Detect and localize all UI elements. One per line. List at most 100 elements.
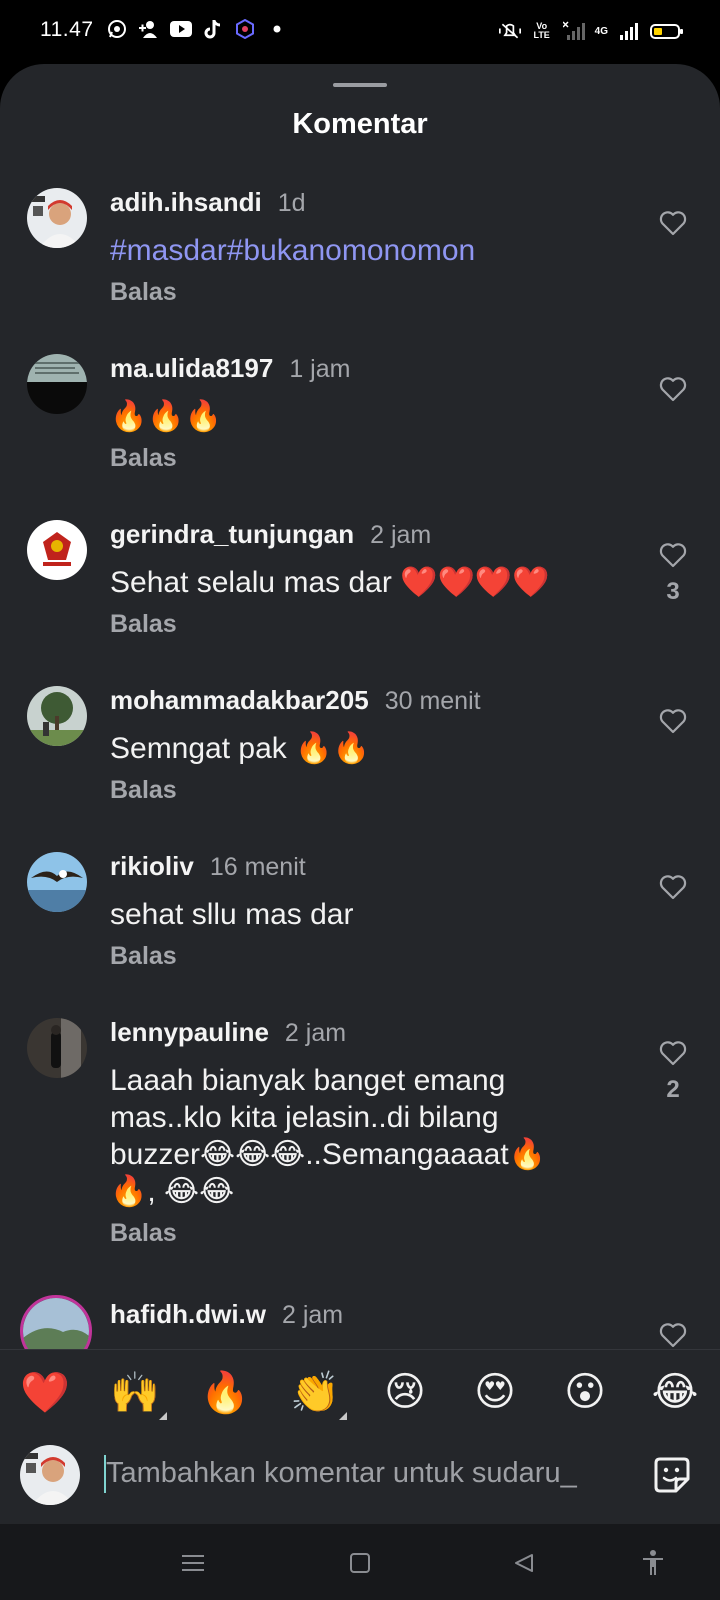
like-button[interactable] [659, 1321, 687, 1349]
comment-input[interactable] [106, 1451, 626, 1495]
accessibility-icon [643, 1550, 663, 1575]
comment-hashtag[interactable]: #masdar#bukanomonomon [110, 232, 590, 269]
emoji-crying-button[interactable]: 😢 [377, 1369, 433, 1415]
comment-text: sehat sllu mas dar [110, 898, 354, 931]
comment-time: 1d [277, 189, 306, 217]
comment-username[interactable]: mohammadakbar205 [110, 685, 369, 716]
comment-text: Sehat selalu mas dar ❤️❤️❤️❤️ [110, 566, 550, 599]
like-button[interactable] [659, 1039, 687, 1067]
system-icons: Vo LTE 4G [498, 20, 683, 42]
status-time: 11.47 [40, 18, 94, 41]
comment-time: 30 menit [384, 687, 481, 715]
emoji-clap-button[interactable]: 👏 [287, 1369, 347, 1420]
my-avatar [20, 1445, 80, 1505]
emoji-heart-button[interactable]: ❤️ [17, 1369, 73, 1416]
home-icon [350, 1553, 370, 1573]
comment-time: 2 jam [370, 521, 432, 549]
comment-item: adih.ihsandi 1d #masdar#bukanomonomon Ba… [0, 181, 720, 347]
4g-signal-icon [618, 20, 640, 42]
heart-icon [659, 211, 687, 236]
comment-text: Laaah bianyak banget emang mas..klo kita… [110, 1064, 547, 1208]
tiktok-icon [202, 18, 224, 40]
sheet-drag-handle[interactable] [333, 83, 387, 87]
like-button[interactable] [659, 873, 687, 901]
comment-item: lennypauline 2 jam Laaah bianyak banget … [0, 1011, 720, 1293]
accessibility-button[interactable] [636, 1546, 670, 1580]
comment-text: Semngat pak 🔥🔥 [110, 732, 370, 765]
notification-icons [106, 18, 288, 40]
heart-icon [659, 377, 687, 402]
recents-button[interactable] [176, 1546, 210, 1580]
like-button[interactable] [659, 375, 687, 403]
comment-time: 2 jam [284, 1019, 347, 1047]
reply-button[interactable]: Balas [110, 278, 177, 307]
back-icon [515, 1554, 533, 1572]
avatar[interactable] [27, 520, 87, 580]
comment-username[interactable]: rikioliv [110, 851, 194, 882]
mute-vibrate-icon [498, 20, 521, 42]
heart-icon [659, 1323, 687, 1348]
comment-item: gerindra_tunjungan 2 jam Sehat selalu ma… [0, 513, 720, 679]
status-bar: 11.47 Vo LTE 4G [0, 0, 720, 64]
variant-indicator-icon [339, 1411, 347, 1420]
menu-icon [182, 1555, 204, 1571]
heart-icon [659, 1041, 687, 1066]
signal-x-icon [562, 20, 585, 42]
heart-icon [659, 709, 687, 734]
like-button[interactable] [659, 209, 687, 237]
comment-composer [0, 1433, 720, 1524]
like-count: 2 [666, 1076, 680, 1103]
avatar[interactable] [27, 852, 87, 912]
volte-icon: Vo LTE [533, 21, 550, 40]
whatsapp-icon [106, 18, 128, 40]
emoji-laughing-button[interactable]: 😂 [647, 1369, 703, 1415]
reply-button[interactable]: Balas [110, 1219, 177, 1248]
comment-time: 2 jam [282, 1301, 344, 1329]
emoji-fire-button[interactable]: 🔥 [197, 1369, 253, 1416]
comment-list[interactable]: adih.ihsandi 1d #masdar#bukanomonomon Ba… [0, 181, 720, 1413]
network-type: 4G [594, 25, 608, 37]
emoji-heart-eyes-button[interactable]: 😍 [467, 1369, 523, 1415]
comment-username[interactable]: hafidh.dwi.w [110, 1299, 266, 1330]
like-count: 3 [666, 578, 680, 605]
sticker-button[interactable] [650, 1453, 694, 1497]
comment-username[interactable]: lennypauline [110, 1017, 269, 1048]
heart-icon [659, 543, 687, 568]
comment-time: 16 menit [209, 853, 306, 881]
emoji-raising-hands-button[interactable]: 🙌 [107, 1369, 167, 1420]
comment-username[interactable]: gerindra_tunjungan [110, 519, 354, 550]
comment-time: 1 jam [289, 355, 351, 383]
emoji-reaction-bar: ❤️ 🙌 🔥 👏 😢 😍 😮 😂 [0, 1349, 720, 1434]
comment-username[interactable]: ma.ulida8197 [110, 353, 273, 384]
comments-sheet: Komentar adih.ihsandi 1d #masdar#bukanom… [0, 64, 720, 1524]
battery-icon [650, 23, 683, 39]
youtube-icon [170, 18, 192, 40]
sheet-title: Komentar [292, 108, 428, 140]
avatar[interactable] [27, 686, 87, 746]
reply-button[interactable]: Balas [110, 776, 177, 805]
comment-text: 🔥🔥🔥 [110, 400, 223, 433]
reply-button[interactable]: Balas [110, 610, 177, 639]
back-button[interactable] [507, 1546, 541, 1580]
comment-item: ma.ulida8197 1 jam 🔥🔥🔥 Balas [0, 347, 720, 513]
dot-icon [266, 18, 288, 40]
heart-icon [659, 875, 687, 900]
avatar[interactable] [27, 188, 87, 248]
like-button[interactable] [659, 541, 687, 569]
sticker-icon [654, 1457, 690, 1493]
comment-item: rikioliv 16 menit sehat sllu mas dar Bal… [0, 845, 720, 1011]
reply-button[interactable]: Balas [110, 444, 177, 473]
system-nav-bar [0, 1524, 720, 1600]
app-icon [234, 18, 256, 40]
add-person-icon [138, 18, 160, 40]
comment-username[interactable]: adih.ihsandi [110, 187, 262, 218]
variant-indicator-icon [159, 1411, 167, 1420]
home-button[interactable] [343, 1546, 377, 1580]
avatar[interactable] [27, 1018, 87, 1078]
reply-button[interactable]: Balas [110, 942, 177, 971]
like-button[interactable] [659, 707, 687, 735]
emoji-surprised-button[interactable]: 😮 [557, 1369, 613, 1415]
comment-item: mohammadakbar205 30 menit Semngat pak 🔥🔥… [0, 679, 720, 845]
battery-level [654, 27, 662, 35]
avatar[interactable] [27, 354, 87, 414]
